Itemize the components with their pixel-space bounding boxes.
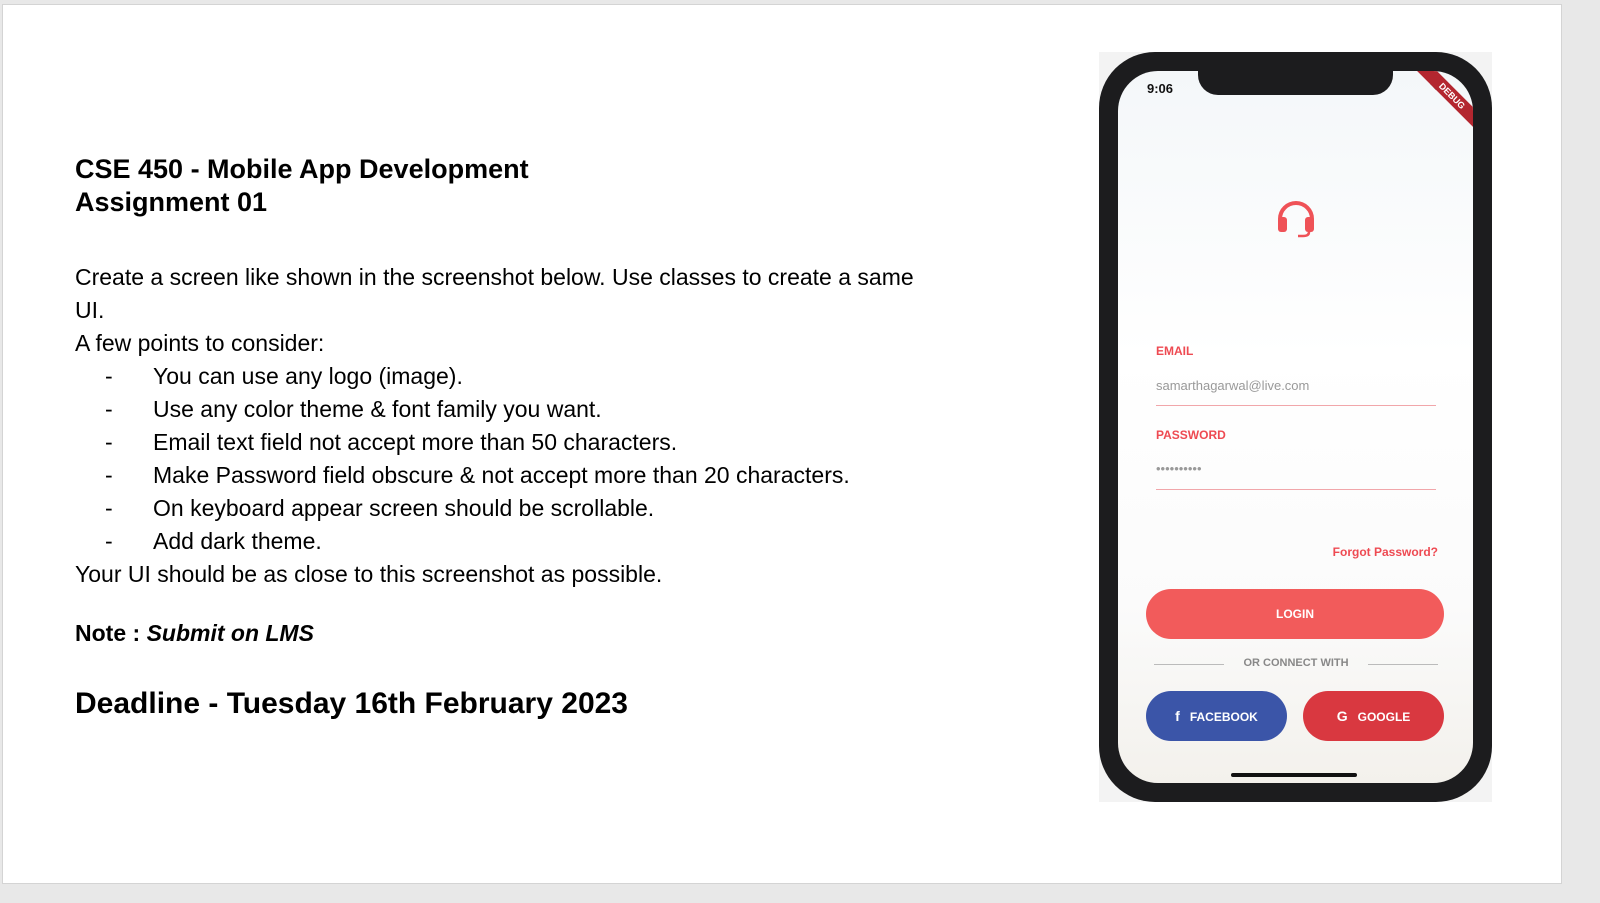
course-title: CSE 450 - Mobile App Development bbox=[75, 154, 529, 184]
password-label: PASSWORD bbox=[1156, 428, 1226, 442]
bullet-dash: - bbox=[105, 495, 113, 521]
list-item: - You can use any logo (image). bbox=[75, 360, 935, 393]
password-field[interactable]: •••••••••• bbox=[1156, 461, 1202, 476]
note-value: Submit on LMS bbox=[146, 620, 314, 646]
point-text: Use any color theme & font family you wa… bbox=[153, 396, 602, 422]
google-label: GOOGLE bbox=[1357, 710, 1411, 724]
phone-screen: 9:06 DEBUG EMAIL samarthagarwal@live.com bbox=[1118, 71, 1473, 783]
bullet-dash: - bbox=[105, 462, 113, 488]
login-button[interactable]: LOGIN bbox=[1146, 589, 1444, 639]
list-item: - On keyboard appear screen should be scr… bbox=[75, 492, 935, 525]
list-item: - Add dark theme. bbox=[75, 525, 935, 558]
divider-label: OR CONNECT WITH bbox=[1243, 657, 1349, 669]
facebook-icon: f bbox=[1175, 708, 1180, 724]
connect-divider: OR CONNECT WITH bbox=[1154, 657, 1438, 671]
intro-text: Create a screen like shown in the screen… bbox=[75, 264, 914, 323]
password-underline bbox=[1156, 489, 1436, 490]
bullet-dash: - bbox=[105, 429, 113, 455]
point-text: On keyboard appear screen should be scro… bbox=[153, 495, 655, 521]
phone-frame: 9:06 DEBUG EMAIL samarthagarwal@live.com bbox=[1099, 52, 1492, 802]
phone-mockup: 9:06 DEBUG EMAIL samarthagarwal@live.com bbox=[1099, 52, 1492, 802]
point-text: Make Password field obscure & not accept… bbox=[153, 462, 850, 488]
instructions: Create a screen like shown in the screen… bbox=[75, 261, 935, 591]
closing-text: Your UI should be as close to this scree… bbox=[75, 561, 663, 587]
email-field[interactable]: samarthagarwal@live.com bbox=[1156, 378, 1309, 393]
list-item: - Email text field not accept more than 5… bbox=[75, 426, 935, 459]
point-text: Add dark theme. bbox=[153, 528, 322, 554]
debug-ribbon: DEBUG bbox=[1408, 71, 1473, 140]
bullet-dash: - bbox=[105, 528, 113, 554]
note: Note : Submit on LMS bbox=[75, 620, 314, 647]
page-title: CSE 450 - Mobile App Development Assignm… bbox=[75, 153, 529, 219]
facebook-button[interactable]: f FACEBOOK bbox=[1146, 691, 1287, 741]
list-item: - Make Password field obscure & not accep… bbox=[75, 459, 935, 492]
point-text: Email text field not accept more than 50… bbox=[153, 429, 678, 455]
status-time: 9:06 bbox=[1147, 81, 1174, 96]
assignment-title: Assignment 01 bbox=[75, 187, 268, 217]
deadline: Deadline - Tuesday 16th February 2023 bbox=[75, 687, 628, 720]
forgot-password-link[interactable]: Forgot Password? bbox=[1333, 545, 1438, 559]
slide: CSE 450 - Mobile App Development Assignm… bbox=[2, 4, 1562, 884]
home-indicator bbox=[1231, 773, 1357, 777]
bullet-dash: - bbox=[105, 363, 113, 389]
email-underline bbox=[1156, 405, 1436, 406]
google-button[interactable]: G GOOGLE bbox=[1303, 691, 1444, 741]
email-label: EMAIL bbox=[1156, 344, 1194, 358]
headphones-icon bbox=[1273, 193, 1319, 239]
list-item: - Use any color theme & font family you w… bbox=[75, 393, 935, 426]
note-label: Note : bbox=[75, 620, 141, 646]
point-text: You can use any logo (image). bbox=[153, 363, 463, 389]
points-list: - You can use any logo (image). - Use any … bbox=[75, 360, 935, 558]
points-heading: A few points to consider: bbox=[75, 330, 325, 356]
divider-line bbox=[1368, 664, 1438, 665]
bullet-dash: - bbox=[105, 396, 113, 422]
phone-notch bbox=[1198, 71, 1393, 95]
google-icon: G bbox=[1336, 708, 1348, 724]
facebook-label: FACEBOOK bbox=[1189, 710, 1258, 724]
